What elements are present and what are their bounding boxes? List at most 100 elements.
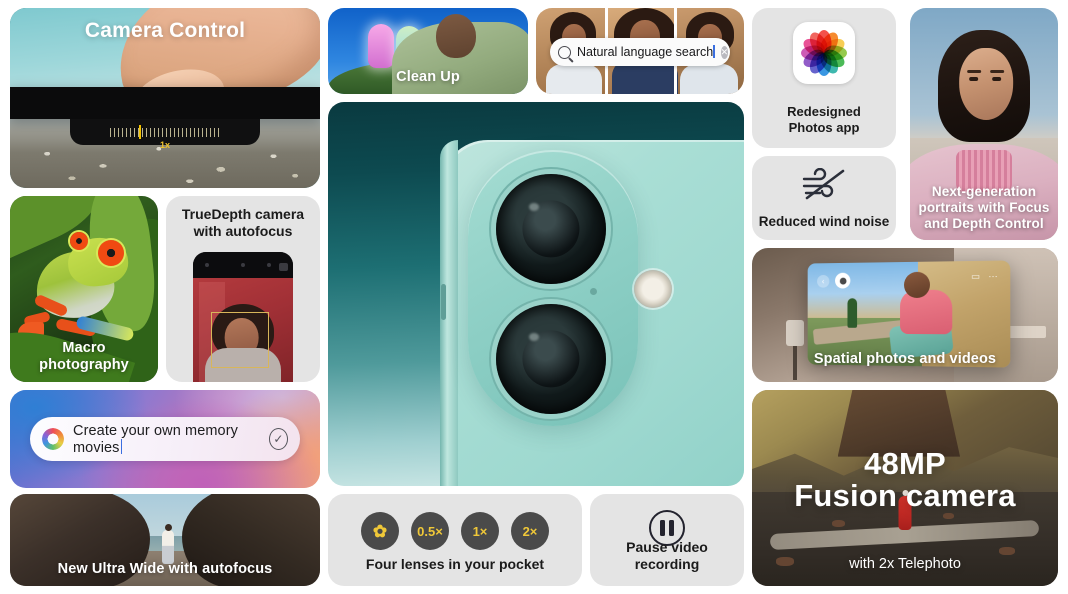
clean-up-caption: Clean Up (396, 68, 460, 85)
phone-edge (10, 87, 320, 146)
person-silhouette (162, 524, 174, 564)
frog-eye (98, 240, 124, 266)
lens-glint (529, 332, 539, 341)
card-next-gen-portraits[interactable]: Next-generation portraits with Focus and… (910, 8, 1058, 240)
portraits-caption-line3: and Depth Control (924, 216, 1044, 232)
fusion-title-line2: Fusion camera (794, 477, 1016, 513)
macro-lens-chip[interactable]: ✿ (361, 512, 399, 550)
portraits-caption-line1: Next-generation (931, 184, 1037, 200)
lens-glint (529, 202, 539, 211)
status-dot (267, 263, 271, 267)
subject-body (680, 64, 738, 94)
rock-shape (831, 520, 845, 528)
pause-bar (669, 520, 674, 536)
truedepth-caption-line1: TrueDepth camera (181, 206, 305, 222)
microphone-hole (590, 288, 597, 295)
card-memory-movies[interactable]: Create your own memory movies ✓ (10, 390, 320, 488)
card-truedepth-camera[interactable]: TrueDepth camera with autofocus (166, 196, 320, 382)
phone-status-bar (193, 252, 293, 278)
tulip-icon: ✿ (372, 521, 388, 541)
card-natural-language-search[interactable]: Natural language search ✕ (536, 8, 744, 94)
next-gen-portraits-caption: Next-generation portraits with Focus and… (910, 184, 1058, 232)
volume-button (441, 284, 446, 320)
card-camera-control[interactable]: 1x Camera Control (10, 8, 320, 188)
more-icon[interactable]: ⋯ (988, 271, 997, 282)
search-input-value: Natural language search (577, 45, 715, 59)
card-pause-video[interactable]: Pause video recording (590, 494, 744, 586)
subject-eye (969, 77, 979, 81)
subject-eye (992, 77, 1002, 81)
autofocus-box (211, 312, 269, 368)
subject-brow (990, 70, 1005, 73)
zoom-slider-marker (139, 125, 141, 140)
siri-glow-icon (42, 428, 64, 450)
card-iphone-hero[interactable] (328, 102, 744, 486)
four-lenses-caption: Four lenses in your pocket (365, 555, 545, 572)
clear-icon[interactable]: ✕ (720, 45, 729, 59)
photos-flower-glyph (800, 29, 848, 77)
video-badge-icon: ▭ (971, 271, 981, 282)
photos-app-icon[interactable] (793, 22, 855, 84)
subject-head (904, 271, 930, 299)
camera-control-title: Camera Control (84, 19, 246, 42)
subject-face (959, 48, 1014, 120)
memory-movie-input[interactable]: Create your own memory movies ✓ (30, 417, 300, 461)
tree-shape (847, 298, 858, 328)
fusion-title-line1: 48MP (864, 446, 946, 481)
playback-controls[interactable]: ‹ (817, 272, 851, 289)
macro-caption: Macro photography (39, 339, 129, 373)
text-caret (120, 438, 123, 454)
card-ultra-wide[interactable]: New Ultra Wide with autofocus (10, 494, 320, 586)
phone-screen (193, 278, 293, 382)
card-spatial-photos[interactable]: ‹ ▭ ⋯ Spatial photos and videos (752, 248, 1058, 382)
spatial-caption: Spatial photos and videos (813, 350, 997, 367)
zoom-slider-ticks (110, 128, 220, 138)
floor-lamp (786, 320, 804, 380)
text-caret (713, 45, 715, 58)
back-icon[interactable]: ‹ (817, 274, 830, 288)
telephoto-lens-chip[interactable]: 2× (511, 512, 549, 550)
ultrawide-lens-chip[interactable]: 0.5× (411, 512, 449, 550)
ultra-wide-caption: New Ultra Wide with autofocus (57, 560, 273, 577)
window-controls[interactable]: ▭ ⋯ (971, 271, 998, 283)
cleanup-highlight-figure (368, 24, 394, 68)
truedepth-caption-line2: with autofocus (193, 223, 293, 240)
card-four-lenses[interactable]: ✿ 0.5× 1× 2× Four lenses in your pocket (328, 494, 582, 586)
frog-eye (70, 232, 88, 250)
pause-bar (660, 520, 665, 536)
rock-shape (942, 513, 954, 520)
card-reduced-wind-noise[interactable]: Reduced wind noise (752, 156, 896, 240)
wide-lens-chip[interactable]: 1× (461, 512, 499, 550)
phone-mockup (193, 252, 293, 382)
camera-lens-upper (496, 174, 606, 284)
reduced-wind-noise-caption: Reduced wind noise (758, 213, 890, 229)
pause-video-caption: Pause video recording (626, 538, 708, 572)
camera-flash (634, 270, 672, 308)
lens-chip-row: ✿ 0.5× 1× 2× (328, 512, 582, 550)
card-fusion-camera[interactable]: 48MP Fusion camera with 2x Telephoto (752, 390, 1058, 586)
search-icon (558, 45, 571, 59)
wind-noise-off-icon (798, 167, 850, 202)
feature-grid-board: 1x Camera Control Macro photography True… (0, 0, 1068, 594)
subject-brow (967, 70, 982, 73)
check-circle-icon[interactable]: ✓ (268, 428, 288, 450)
status-dot (205, 263, 209, 267)
subject-head (436, 14, 476, 58)
subject-body (546, 64, 602, 94)
card-macro-photography[interactable]: Macro photography (10, 196, 158, 382)
card-clean-up[interactable]: Clean Up (328, 8, 528, 94)
zoom-level-label: 1x (159, 140, 171, 150)
redesigned-photos-caption-line2: Photos app (788, 120, 860, 136)
fusion-title: 48MP Fusion camera (752, 448, 1058, 511)
redesigned-photos-caption-line1: Redesigned (787, 104, 861, 120)
status-dot (241, 263, 245, 267)
memory-movie-value: Create your own memory movies (73, 422, 238, 456)
search-input[interactable]: Natural language search ✕ (550, 38, 730, 66)
record-dot-icon[interactable] (835, 272, 851, 289)
camera-lens-lower (496, 304, 606, 414)
card-redesigned-photos[interactable]: Redesigned Photos app (752, 8, 896, 148)
fusion-subtitle: with 2x Telephoto (849, 556, 961, 572)
redesigned-photos-caption: Redesigned Photos app (752, 104, 896, 136)
truedepth-caption: TrueDepth camera with autofocus (166, 206, 320, 240)
rock-shape (999, 546, 1016, 555)
